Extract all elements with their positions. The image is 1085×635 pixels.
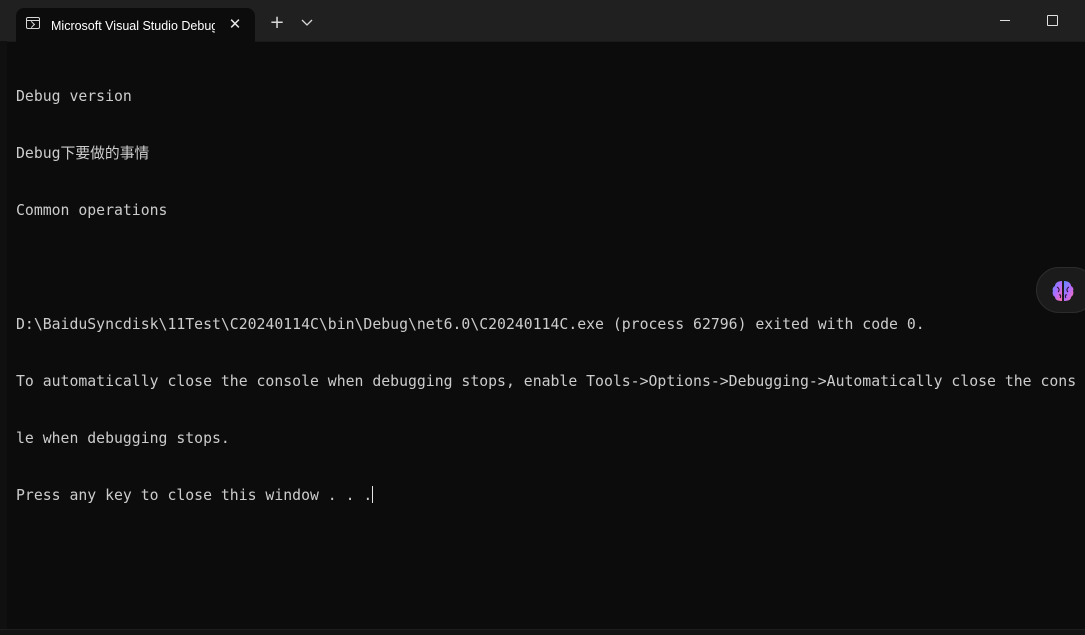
console-line: Press any key to close this window . . .	[16, 487, 373, 504]
tab-title: Microsoft Visual Studio Debug Console	[51, 19, 215, 33]
terminal-icon	[26, 17, 40, 29]
tab-debug-console[interactable]: Microsoft Visual Studio Debug Console ✕	[16, 8, 255, 42]
console-line: Debug下要做的事情	[16, 145, 150, 162]
console-output[interactable]: Debug version Debug下要做的事情 Common operati…	[16, 49, 1085, 609]
console-line: To automatically close the console when …	[16, 373, 1077, 390]
console-line: Common operations	[16, 202, 168, 219]
window-bottom-edge	[0, 629, 1085, 635]
title-bar[interactable]: Microsoft Visual Studio Debug Console ✕ …	[0, 0, 1085, 42]
window-edge	[0, 41, 7, 631]
console-window: Microsoft Visual Studio Debug Console ✕ …	[0, 0, 1085, 635]
maximize-button[interactable]	[1037, 10, 1067, 30]
text-cursor	[372, 486, 374, 503]
console-line: Debug version	[16, 88, 132, 105]
new-tab-button[interactable]: +	[266, 12, 288, 34]
minimize-button[interactable]	[990, 10, 1020, 30]
brain-icon	[1052, 281, 1074, 301]
console-prompt-line: Press any key to close this window . . .	[16, 486, 1085, 505]
console-line: le when debugging stops.	[16, 430, 230, 447]
close-tab-button[interactable]: ✕	[225, 14, 245, 34]
chevron-down-icon[interactable]	[297, 13, 317, 33]
console-line: D:\BaiduSyncdisk\11Test\C20240114C\bin\D…	[16, 316, 925, 333]
ai-assistant-button[interactable]	[1036, 267, 1085, 313]
